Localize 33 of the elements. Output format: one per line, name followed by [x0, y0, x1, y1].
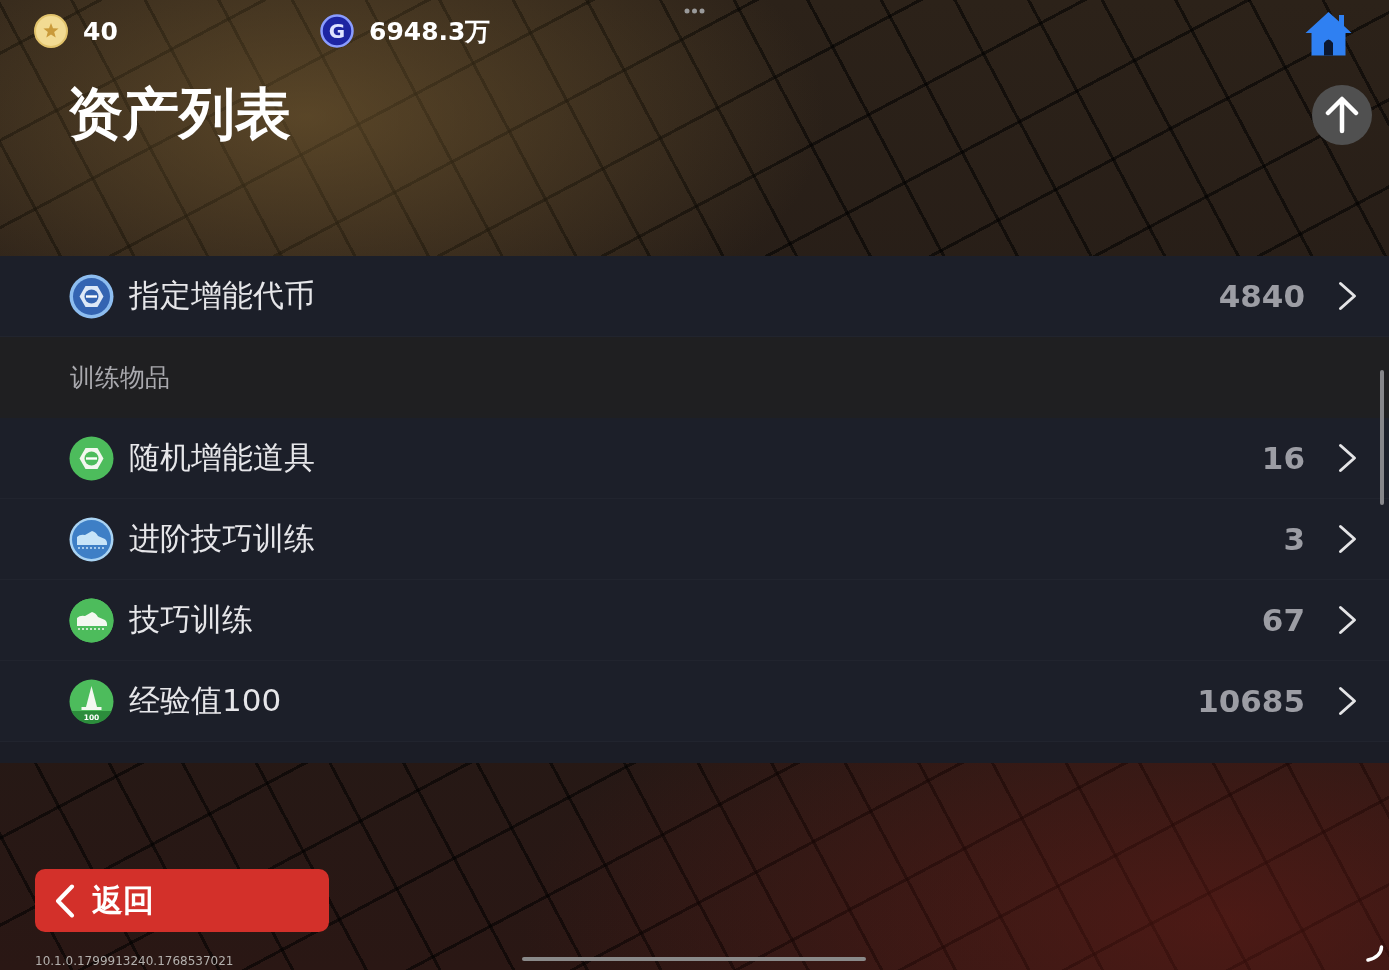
asset-count: 10685: [1197, 683, 1305, 719]
asset-count: 67: [1261, 602, 1305, 638]
coin-amount: 40: [83, 16, 118, 46]
chevron-right-icon: [1338, 524, 1357, 554]
asset-name: 随机增能道具: [129, 438, 316, 477]
asset-name: 技巧训练: [129, 600, 254, 639]
chevron-right-icon: [1338, 686, 1357, 716]
asset-name: 进阶技巧训练: [129, 519, 316, 558]
arc-icon: [1366, 945, 1384, 962]
section-title: 训练物品: [70, 362, 170, 394]
asset-name: 指定增能代币: [129, 276, 316, 315]
home-button[interactable]: [1305, 10, 1352, 56]
hexagon-coin-icon: [69, 273, 114, 319]
scroll-up-button[interactable]: [1312, 85, 1372, 145]
version-text: 10.1.0.1799913240.1768537021: [35, 954, 234, 968]
asset-count: 16: [1261, 440, 1305, 476]
chevron-right-icon: [1338, 443, 1357, 473]
arrow-up-icon: [1325, 96, 1359, 134]
more-dots-icon[interactable]: [684, 8, 705, 14]
asset-name: 经验值100: [129, 681, 283, 720]
letter-coin-icon: G: [320, 14, 354, 48]
chevron-right-icon: [1338, 281, 1357, 311]
asset-count: 4840: [1218, 278, 1305, 314]
page-title: 资产列表: [67, 80, 291, 148]
home-icon: [1305, 10, 1352, 56]
shoe-icon: [69, 597, 114, 643]
coin-amount: 6948.3万: [369, 15, 491, 48]
star-coin-icon: [34, 14, 68, 48]
chevron-left-icon: [55, 883, 75, 918]
chevron-right-icon: [1338, 605, 1357, 635]
back-button[interactable]: 返回: [35, 869, 329, 932]
shoe-icon: [69, 516, 114, 562]
asset-count: 3: [1283, 521, 1305, 557]
